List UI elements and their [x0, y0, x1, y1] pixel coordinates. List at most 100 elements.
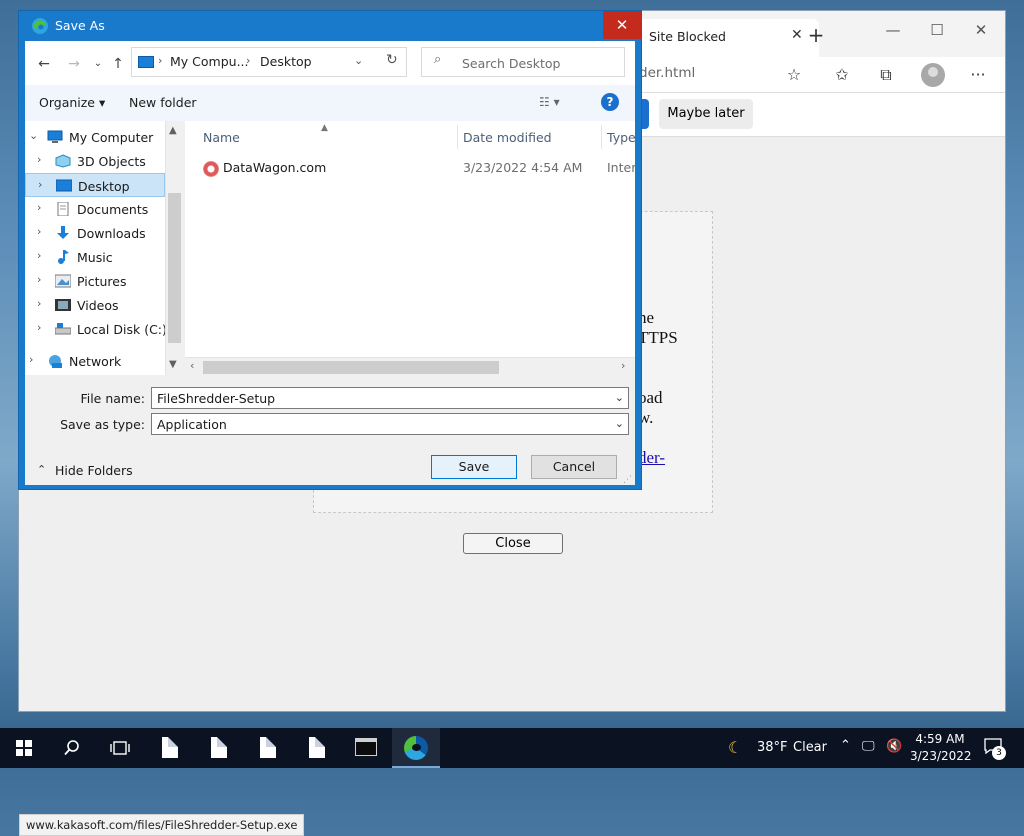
maybe-later-button[interactable]: Maybe later	[659, 99, 753, 129]
moon-weather-icon[interactable]: ☾	[728, 738, 742, 757]
scroll-thumb[interactable]	[168, 193, 181, 343]
expand-chevron-icon[interactable]: ›	[29, 353, 33, 366]
minimize-icon[interactable]: —	[871, 15, 915, 45]
download-link[interactable]: der-	[638, 448, 665, 468]
volume-muted-icon[interactable]: 🔇	[886, 739, 902, 754]
new-tab-icon[interactable]: +	[803, 23, 829, 49]
expand-chevron-icon[interactable]: ›	[37, 273, 41, 286]
computer-icon	[47, 130, 63, 143]
column-date-modified[interactable]: Date modified	[463, 130, 552, 145]
tree-item-my-computer[interactable]: ⌄ My Computer	[25, 125, 165, 149]
help-icon[interactable]: ?	[601, 93, 619, 111]
tree-item-music[interactable]: › Music	[25, 245, 165, 269]
tree-item-local-disk[interactable]: › Local Disk (C:)	[25, 317, 167, 341]
chevron-down-icon[interactable]: ⌄	[615, 391, 624, 404]
taskbar-app-edge[interactable]	[392, 728, 440, 768]
notifications-button[interactable]: 3	[980, 734, 1010, 762]
path-separator-icon: ›	[246, 54, 251, 67]
save-as-type-label: Save as type:	[60, 417, 145, 432]
collapse-chevron-icon[interactable]: ⌄	[29, 129, 38, 142]
file-name-field[interactable]: FileShredder-Setup ⌄	[151, 387, 629, 409]
tree-item-documents[interactable]: › Documents	[25, 197, 165, 221]
add-favorite-icon[interactable]: ☆	[781, 63, 807, 87]
chevron-down-icon[interactable]: ⌄	[615, 417, 624, 430]
resize-grip-icon[interactable]: ⋰	[623, 475, 632, 485]
search-button[interactable]	[48, 728, 96, 768]
clock-time[interactable]: 4:59 AM	[914, 732, 966, 746]
expand-chevron-icon[interactable]: ›	[37, 225, 41, 238]
browser-tab[interactable]: Site Blocked ✕	[639, 19, 819, 57]
column-name[interactable]: Name	[203, 130, 240, 145]
tree-item-label: Network	[69, 354, 122, 369]
tree-item-pictures[interactable]: › Pictures	[25, 269, 165, 293]
notice-text-fragment: TTPS	[638, 328, 678, 347]
start-button[interactable]	[0, 728, 48, 768]
weather-temperature[interactable]: 38°F	[757, 740, 788, 755]
hide-folders-button[interactable]: ⌃ Hide Folders	[25, 461, 145, 481]
tree-item-videos[interactable]: › Videos	[25, 293, 165, 317]
path-dropdown-icon[interactable]: ⌄	[354, 54, 363, 67]
up-icon[interactable]: ↑	[107, 53, 129, 75]
3d-objects-icon	[55, 154, 71, 168]
expand-chevron-icon[interactable]: ›	[37, 153, 41, 166]
column-divider[interactable]	[601, 125, 602, 149]
task-view-button[interactable]	[96, 728, 144, 768]
pictures-icon	[55, 274, 71, 288]
expand-chevron-icon[interactable]: ›	[37, 297, 41, 310]
show-hidden-icons-icon[interactable]: ⌃	[840, 738, 851, 753]
forward-icon[interactable]: →	[63, 53, 85, 75]
organize-button[interactable]: Organize ▾	[39, 95, 105, 110]
column-divider[interactable]	[457, 125, 458, 149]
window-close-icon[interactable]: ✕	[959, 15, 1003, 45]
tree-vertical-scrollbar[interactable]: ▲ ▼	[165, 121, 183, 375]
collections-icon[interactable]: ⧉	[873, 63, 899, 87]
taskbar-app-document[interactable]	[195, 728, 243, 768]
weather-condition[interactable]: Clear	[793, 740, 827, 755]
search-input[interactable]: ⌕ Search Desktop	[421, 47, 625, 77]
expand-chevron-icon[interactable]: ›	[37, 201, 41, 214]
scroll-up-icon[interactable]: ▲	[169, 125, 177, 136]
expand-chevron-icon[interactable]: ›	[37, 321, 41, 334]
path-segment-computer[interactable]: My Compu...	[170, 54, 249, 69]
favorites-icon[interactable]: ✩	[829, 63, 855, 87]
clock-date[interactable]: 3/23/2022	[910, 749, 972, 763]
back-icon[interactable]: ←	[33, 53, 55, 75]
network-tray-icon[interactable]: 🖵	[862, 739, 875, 754]
recent-locations-icon[interactable]: ⌄	[87, 53, 109, 75]
dialog-title: Save As	[55, 18, 105, 33]
taskbar-app-document[interactable]	[244, 728, 292, 768]
taskbar-app-command-prompt[interactable]	[342, 728, 390, 768]
maximize-icon[interactable]: ☐	[915, 15, 959, 45]
profile-avatar-icon[interactable]	[921, 63, 945, 87]
tree-item-label: Local Disk (C:)	[77, 322, 167, 337]
tree-item-network[interactable]: › Network	[25, 349, 165, 373]
save-as-type-select[interactable]: Application ⌄	[151, 413, 629, 435]
address-path[interactable]: › My Compu... › Desktop ⌄ ↻	[131, 47, 407, 77]
scroll-right-icon[interactable]: ›	[621, 359, 625, 372]
save-button[interactable]: Save	[431, 455, 517, 479]
scroll-thumb[interactable]	[203, 361, 499, 374]
tree-item-3d-objects[interactable]: › 3D Objects	[25, 149, 165, 173]
path-segment-desktop[interactable]: Desktop	[260, 54, 312, 69]
tree-item-downloads[interactable]: › Downloads	[25, 221, 165, 245]
refresh-icon[interactable]: ↻	[386, 52, 398, 68]
expand-chevron-icon[interactable]: ›	[38, 178, 42, 191]
file-list-horizontal-scrollbar[interactable]: ‹ ›	[185, 357, 635, 375]
tab-close-icon[interactable]: ✕	[791, 27, 803, 43]
expand-chevron-icon[interactable]: ›	[37, 249, 41, 262]
edge-logo-icon	[32, 18, 48, 34]
scroll-down-icon[interactable]: ▼	[169, 359, 177, 370]
tree-item-desktop[interactable]: › Desktop	[25, 173, 165, 197]
scroll-left-icon[interactable]: ‹	[190, 359, 194, 372]
dialog-close-button[interactable]: ✕	[603, 11, 641, 39]
new-folder-button[interactable]: New folder	[129, 95, 197, 110]
more-icon[interactable]: ···	[965, 63, 991, 87]
tree-item-label: My Computer	[69, 130, 154, 145]
taskbar-app-document[interactable]	[293, 728, 341, 768]
column-type[interactable]: Type	[607, 130, 635, 145]
close-button[interactable]: Close	[463, 533, 563, 554]
cancel-button[interactable]: Cancel	[531, 455, 617, 479]
view-options-icon[interactable]: ☷ ▾	[539, 95, 560, 109]
dialog-titlebar[interactable]: Save As ✕	[19, 11, 641, 41]
taskbar-app-document[interactable]	[146, 728, 194, 768]
